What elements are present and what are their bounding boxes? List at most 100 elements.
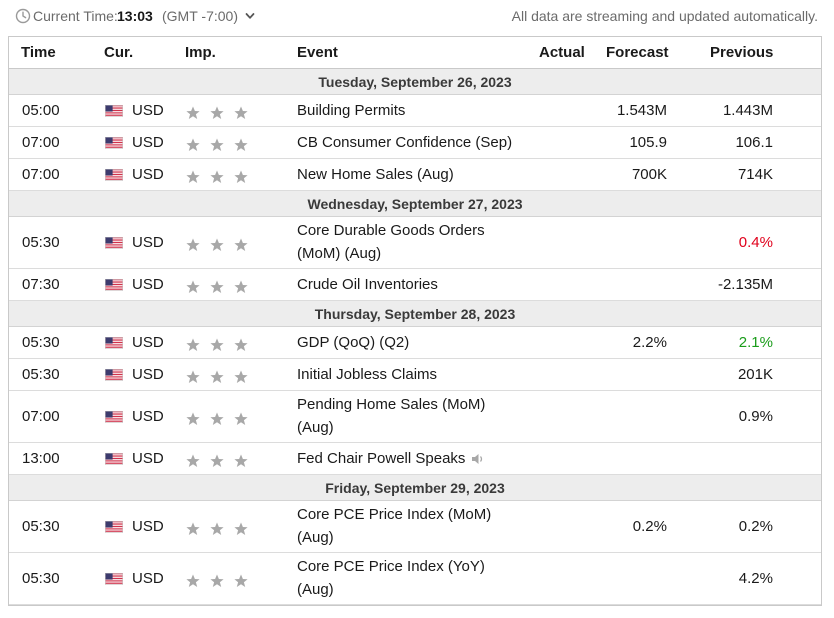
event-name[interactable]: Crude Oil Inventories [297,273,537,296]
star-icon [210,522,224,535]
event-time: 05:30 [22,234,60,251]
event-forecast: 1.543M [616,102,667,119]
streaming-note: All data are streaming and updated autom… [511,8,818,24]
star-icon [186,370,200,383]
importance-stars [186,520,248,535]
header-actual[interactable]: Actual [539,44,585,61]
star-icon [186,454,200,467]
event-forecast: 0.2% [632,518,667,535]
table-header-row: Time Cur. Imp. Event Actual Forecast Pre… [9,37,821,69]
event-name[interactable]: Initial Jobless Claims [297,363,537,386]
event-name-text[interactable]: Fed Chair Powell Speaks [297,450,465,467]
event-name-line2[interactable]: (Aug) [297,416,537,439]
event-forecast: 105.9 [629,134,667,151]
us-flag-icon [105,411,123,423]
day-date-label: Wednesday, September 27, 2023 [307,196,523,212]
event-name-line1[interactable]: Core PCE Price Index (MoM) [297,503,537,526]
event-time: 05:30 [22,518,60,535]
event-row[interactable]: 07:00 USD Pending Home Sales (MoM) (Aug) 0.9… [9,391,821,443]
event-name-line1[interactable]: Core Durable Goods Orders [297,219,537,242]
event-row[interactable]: 05:30 USD Core PCE Price Index (YoY) (Aug) 4… [9,553,821,605]
event-row[interactable]: 07:30 USD Crude Oil Inventories -2.135M [9,269,821,301]
event-time: 07:30 [22,276,60,293]
star-icon [210,412,224,425]
chevron-down-icon[interactable] [245,11,255,21]
event-row[interactable]: 07:00 USD New Home Sales (Aug) 700K 714K [9,159,821,191]
header-previous[interactable]: Previous [710,44,773,61]
event-currency: USD [132,276,164,293]
importance-stars [186,410,248,425]
importance-stars [186,236,248,251]
event-name-line1[interactable]: Core PCE Price Index (YoY) [297,555,537,578]
speaker-icon[interactable] [471,452,485,466]
event-row[interactable]: 05:30 USD Core Durable Goods Orders (MoM) (… [9,217,821,269]
day-header-row: Tuesday, September 26, 2023 [9,69,821,95]
star-icon [186,522,200,535]
event-currency: USD [132,234,164,251]
event-name-text[interactable]: Initial Jobless Claims [297,366,437,383]
day-header-row: Thursday, September 28, 2023 [9,301,821,327]
us-flag-icon [105,279,123,291]
event-name-text[interactable]: GDP (QoQ) (Q2) [297,334,409,351]
event-name-text[interactable]: CB Consumer Confidence (Sep) [297,134,512,151]
star-icon [186,138,200,151]
star-icon [234,170,248,183]
event-currency: USD [132,366,164,383]
event-row[interactable]: 05:30 USD Core PCE Price Index (MoM) (Aug) 0… [9,501,821,553]
event-previous: 106.1 [735,134,773,151]
event-time: 05:30 [22,570,60,587]
event-currency: USD [132,102,164,119]
event-name-line2[interactable]: (Aug) [297,578,537,601]
header-cur[interactable]: Cur. [104,44,133,61]
day-date-label: Friday, September 29, 2023 [325,480,505,496]
event-name-text[interactable]: New Home Sales (Aug) [297,166,454,183]
event-name[interactable]: GDP (QoQ) (Q2) [297,331,537,354]
event-name-line2[interactable]: (MoM) (Aug) [297,242,537,265]
event-forecast: 2.2% [632,334,667,351]
event-previous: 0.9% [738,408,773,425]
importance-stars [186,104,248,119]
importance-stars [186,336,248,351]
event-previous: 1.443M [722,102,773,119]
event-row[interactable]: 07:00 USD CB Consumer Confidence (Sep) 105.… [9,127,821,159]
event-name[interactable]: CB Consumer Confidence (Sep) [297,131,537,154]
header-time[interactable]: Time [21,44,56,61]
star-icon [186,106,200,119]
star-icon [210,238,224,251]
day-header-row: Friday, September 29, 2023 [9,475,821,501]
day-header-row: Wednesday, September 27, 2023 [9,191,821,217]
event-row[interactable]: 05:00 USD Building Permits 1.543M 1.443M [9,95,821,127]
star-icon [234,238,248,251]
header-forecast[interactable]: Forecast [606,44,669,61]
event-name-text[interactable]: Crude Oil Inventories [297,276,438,293]
event-currency: USD [132,134,164,151]
timezone-selector[interactable]: (GMT -7:00) [162,8,238,24]
us-flag-icon [105,237,123,249]
day-date-label: Thursday, September 28, 2023 [314,306,516,322]
event-row[interactable]: 05:30 USD GDP (QoQ) (Q2) 2.2% 2.1% [9,327,821,359]
event-forecast: 700K [631,166,667,183]
header-event[interactable]: Event [297,44,338,61]
event-name[interactable]: Building Permits [297,99,537,122]
event-currency: USD [132,166,164,183]
event-name-line2[interactable]: (Aug) [297,526,537,549]
event-row[interactable]: 13:00 USD Fed Chair Powell Speaks [9,443,821,475]
event-previous: 201K [737,366,773,383]
us-flag-icon [105,453,123,465]
us-flag-icon [105,137,123,149]
star-icon [186,170,200,183]
importance-stars [186,452,248,467]
event-name[interactable]: New Home Sales (Aug) [297,163,537,186]
us-flag-icon [105,369,123,381]
event-name-line1[interactable]: Pending Home Sales (MoM) [297,393,537,416]
event-row[interactable]: 05:30 USD Initial Jobless Claims 201K [9,359,821,391]
event-name-text[interactable]: Building Permits [297,102,405,119]
header-imp[interactable]: Imp. [185,44,216,61]
star-icon [234,280,248,293]
star-icon [210,574,224,587]
star-icon [186,238,200,251]
event-currency: USD [132,450,164,467]
event-previous: -2.135M [717,276,773,293]
event-name[interactable]: Fed Chair Powell Speaks [297,447,537,470]
star-icon [210,370,224,383]
